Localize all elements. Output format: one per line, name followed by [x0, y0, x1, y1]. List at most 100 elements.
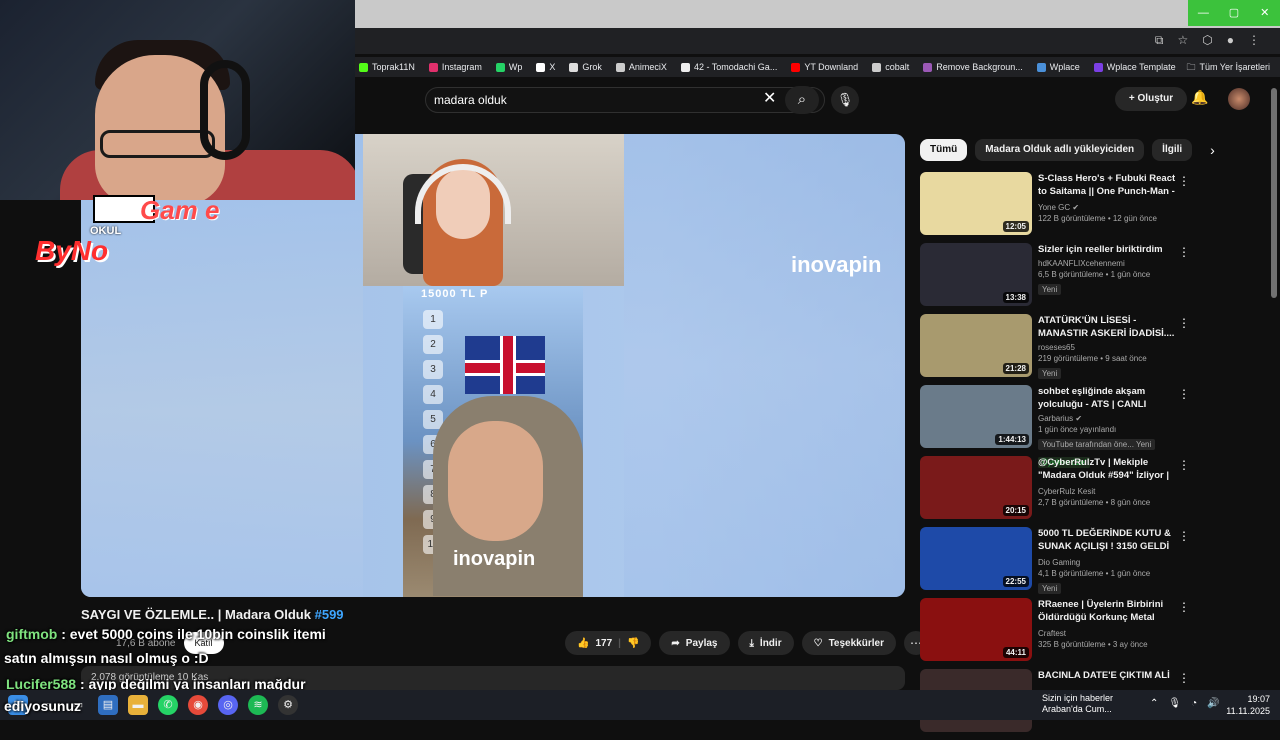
- video-thumbnail[interactable]: 44:11: [920, 598, 1032, 661]
- install-icon[interactable]: ⧉: [1155, 33, 1164, 48]
- video-thumbnail[interactable]: 12:05: [920, 172, 1032, 235]
- more-options-icon[interactable]: ⋮: [1178, 174, 1190, 188]
- more-options-icon[interactable]: ⋮: [1178, 245, 1190, 259]
- channel-name[interactable]: Dio Gaming: [1038, 558, 1176, 567]
- video-thumbnail[interactable]: 22:55: [920, 527, 1032, 590]
- discord-icon[interactable]: ◎: [218, 695, 238, 715]
- video-title[interactable]: ATATÜRK'ÜN LİSESİ - MANASTIR ASKERİ İDAD…: [1038, 314, 1176, 340]
- maximize-button[interactable]: ▢: [1218, 0, 1250, 26]
- video-watermark: inovapin: [791, 252, 882, 277]
- download-button[interactable]: ⤓ İndir: [737, 631, 794, 655]
- channel-name[interactable]: roseses65: [1038, 343, 1176, 352]
- video-thumbnail[interactable]: 21:28: [920, 314, 1032, 377]
- video-title[interactable]: 5000 TL DEĞERİNDE KUTU & SUNAK AÇILIŞI !…: [1038, 527, 1176, 555]
- channel-name[interactable]: Garbarius ✔: [1038, 414, 1176, 423]
- channel-name[interactable]: Craftest: [1038, 629, 1176, 638]
- menu-icon[interactable]: ⋮: [1248, 33, 1260, 48]
- avatar[interactable]: [1228, 88, 1250, 110]
- channel-name[interactable]: hdKAANFLIXcehennemi: [1038, 259, 1176, 268]
- related-video-item[interactable]: 12:05 S-Class Hero's + Fubuki React to Sa…: [920, 172, 1270, 240]
- steam-icon[interactable]: ⚙: [278, 695, 298, 715]
- related-video-item[interactable]: 21:28 ATATÜRK'ÜN LİSESİ - MANASTIR ASKERİ…: [920, 314, 1270, 382]
- news-widget[interactable]: Sizin için haberler Araban'da Cum...: [1042, 693, 1113, 715]
- channel-name[interactable]: CyberRulz Kesit: [1038, 487, 1176, 496]
- profile-icon[interactable]: ●: [1227, 33, 1234, 48]
- bookmark-item[interactable]: Wplace Template: [1093, 62, 1176, 72]
- video-thumbnail[interactable]: 20:15: [920, 456, 1032, 519]
- chevron-right-icon[interactable]: ›: [1210, 142, 1215, 158]
- whatsapp-icon[interactable]: ✆: [158, 695, 178, 715]
- create-button[interactable]: + Oluştur: [1115, 87, 1187, 111]
- related-video-item[interactable]: 1:44:13 sohbet eşliğinde akşam yolculuğu …: [920, 385, 1270, 468]
- video-thumbnail[interactable]: 13:38: [920, 243, 1032, 306]
- bookmark-item[interactable]: YT Downland: [791, 62, 858, 72]
- bookmark-icon: [923, 62, 933, 72]
- search-button[interactable]: ⌕: [785, 86, 819, 114]
- related-video-item[interactable]: 13:38 Sizler için reeller biriktirdim hdKA…: [920, 243, 1270, 311]
- more-options-icon[interactable]: ⋮: [1178, 671, 1190, 685]
- chip-uploader[interactable]: Madara Olduk adlı yükleyiciden: [975, 139, 1145, 161]
- more-options-icon[interactable]: ⋮: [1178, 387, 1190, 401]
- more-options-icon[interactable]: ⋮: [1178, 600, 1190, 614]
- video-title[interactable]: @CyberRulzTv | Mekiple "Madara Olduk #59…: [1038, 456, 1176, 484]
- hashtag-link[interactable]: #599: [315, 607, 344, 622]
- more-options-icon[interactable]: ⋮: [1178, 316, 1190, 330]
- bookmark-item[interactable]: Wp: [495, 62, 522, 72]
- chip-related[interactable]: İlgili: [1152, 139, 1193, 161]
- extension-icon[interactable]: ⬡: [1202, 33, 1212, 48]
- video-thumbnail[interactable]: 1:44:13: [920, 385, 1032, 448]
- star-icon[interactable]: ☆: [1178, 33, 1189, 48]
- scrollbar[interactable]: [1271, 88, 1277, 298]
- video-duration: 12:05: [1002, 221, 1029, 232]
- related-video-item[interactable]: 20:15 @CyberRulzTv | Mekiple "Madara Oldu…: [920, 456, 1270, 524]
- more-options-icon[interactable]: ⋮: [1178, 458, 1190, 472]
- minimize-button[interactable]: —: [1188, 0, 1219, 26]
- chat-message: giftmob : evet 5000 coins ile 10bin coin…: [6, 626, 326, 642]
- bookmark-item[interactable]: Toprak11N: [359, 62, 415, 72]
- bookmark-item[interactable]: 42 - Tomodachi Ga...: [680, 62, 777, 72]
- desktop-icon[interactable]: ▤: [98, 695, 118, 715]
- taskbar: ⊞ ⌕ ▭ ▤ ▬ ✆ ◉ ◎ ≋ ⚙ Sizin için haberler …: [0, 690, 1280, 720]
- bookmark-item[interactable]: Remove Backgroun...: [923, 62, 1023, 72]
- volume-icon[interactable]: 🔊: [1207, 698, 1219, 709]
- system-tray[interactable]: ⌃ 🎙 ◔ 🔊: [1150, 698, 1220, 709]
- video-title[interactable]: RRaenee | Üyelerin Birbirini Öldürdüğü K…: [1038, 598, 1176, 626]
- video-duration: 13:38: [1002, 292, 1029, 303]
- spotify-icon[interactable]: ≋: [248, 695, 268, 715]
- thumbs-down-icon[interactable]: 👎: [627, 638, 639, 649]
- reel-number: 4: [423, 385, 443, 404]
- chevron-up-icon[interactable]: ⌃: [1150, 698, 1158, 709]
- microphone-icon[interactable]: 🎙: [1168, 698, 1181, 709]
- bookmark-icon: [495, 62, 505, 72]
- window-controls[interactable]: — ▢ ✕: [1188, 0, 1280, 26]
- clear-search-icon[interactable]: ✕: [763, 91, 776, 107]
- notifications-bell-icon[interactable]: 🔔: [1191, 89, 1208, 106]
- bookmark-item[interactable]: Instagram: [428, 62, 482, 72]
- channel-name[interactable]: Yone GC ✔: [1038, 203, 1176, 212]
- toolbar-icons[interactable]: ⧉ ☆ ⬡ ● ⋮: [1155, 33, 1260, 48]
- bookmark-item[interactable]: Wplace: [1036, 62, 1080, 72]
- video-title[interactable]: Sizler için reeller biriktirdim: [1038, 243, 1176, 256]
- bookmark-item[interactable]: AnimeciX: [615, 62, 667, 72]
- more-options-icon[interactable]: ⋮: [1178, 529, 1190, 543]
- folder-icon[interactable]: ▬: [128, 695, 148, 715]
- thanks-button[interactable]: ♡ Teşekkürler: [801, 631, 896, 655]
- all-bookmarks-button[interactable]: 🗀 Tüm Yer İşaretleri: [1186, 57, 1270, 77]
- like-button[interactable]: 👍 177 | 👎: [565, 631, 652, 655]
- related-video-item[interactable]: 44:11 RRaenee | Üyelerin Birbirini Öldürd…: [920, 598, 1270, 666]
- chip-all[interactable]: Tümü: [920, 139, 968, 161]
- bookmark-item[interactable]: X: [536, 62, 555, 72]
- reel-number: 3: [423, 360, 443, 379]
- bookmark-item[interactable]: cobalt: [872, 62, 909, 72]
- video-title[interactable]: S-Class Hero's + Fubuki React to Saitama…: [1038, 172, 1176, 200]
- video-title[interactable]: sohbet eşliğinde akşam yolculuğu - ATS |…: [1038, 385, 1176, 411]
- share-button[interactable]: ➦ Paylaş: [659, 631, 730, 655]
- wifi-icon[interactable]: ◔: [1191, 698, 1197, 709]
- close-button[interactable]: ✕: [1249, 0, 1280, 26]
- related-video-item[interactable]: 22:55 5000 TL DEĞERİNDE KUTU & SUNAK AÇIL…: [920, 527, 1270, 595]
- bookmark-item[interactable]: Grok: [569, 62, 602, 72]
- video-title[interactable]: BACINLA DATE'E ÇIKTIM ALİ: [1038, 669, 1176, 682]
- voice-search-button[interactable]: 🎙: [831, 86, 859, 114]
- clock[interactable]: 19:07 11.11.2025: [1226, 693, 1270, 717]
- chrome-icon[interactable]: ◉: [188, 695, 208, 715]
